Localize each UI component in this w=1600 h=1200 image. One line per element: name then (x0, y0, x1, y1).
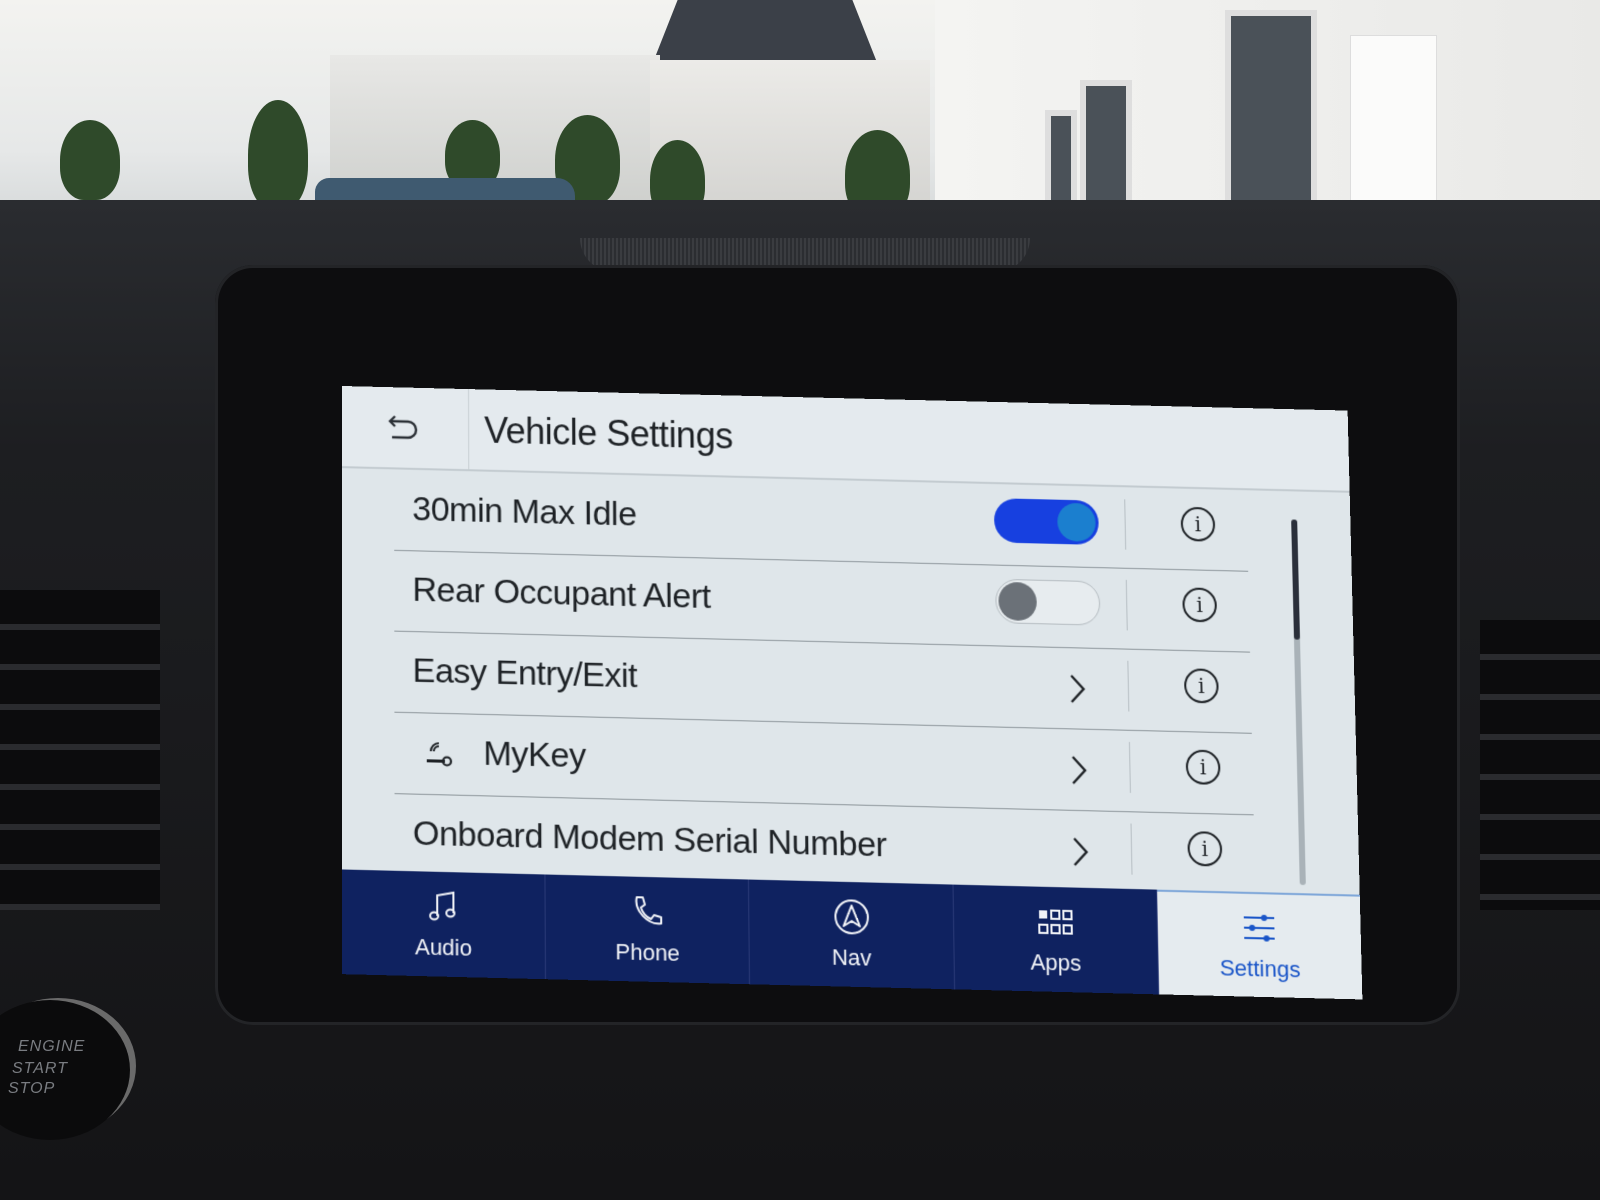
chevron-right-icon (1065, 671, 1090, 706)
header-divider (468, 389, 470, 470)
infotainment-screen: Vehicle Settings 30min Max Idle i Rear O… (342, 386, 1363, 1000)
setting-label: Rear Occupant Alert (412, 570, 711, 617)
nav-phone[interactable]: Phone (545, 874, 751, 985)
music-note-icon (424, 887, 463, 927)
nav-label: Nav (831, 944, 872, 971)
nav-apps[interactable]: Apps (953, 884, 1160, 995)
nav-label: Audio (414, 933, 473, 961)
row-divider (1130, 823, 1133, 875)
setting-label: Onboard Modem Serial Number (412, 813, 887, 865)
row-divider (1128, 741, 1131, 793)
sliders-icon (1239, 908, 1278, 948)
nav-label: Phone (615, 938, 680, 967)
key-wireless-icon (426, 737, 455, 770)
engine-label: ENGINE (18, 1038, 86, 1055)
rear-occupant-alert-toggle[interactable] (995, 578, 1101, 626)
nav-navigation[interactable]: Nav (749, 879, 955, 990)
start-label: START (12, 1060, 68, 1077)
info-icon[interactable]: i (1182, 587, 1218, 623)
tree (60, 120, 120, 200)
row-divider (1125, 579, 1128, 631)
nav-audio[interactable]: Audio (342, 869, 547, 980)
back-button[interactable] (382, 409, 422, 450)
setting-label: Easy Entry/Exit (412, 651, 638, 696)
nav-label: Apps (1030, 949, 1082, 977)
info-icon[interactable]: i (1187, 831, 1223, 867)
info-icon[interactable]: i (1180, 506, 1216, 542)
info-icon[interactable]: i (1183, 668, 1219, 704)
setting-label: 30min Max Idle (412, 489, 637, 534)
nav-settings[interactable]: Settings (1156, 889, 1363, 1000)
tree (248, 100, 308, 210)
stop-label: STOP (8, 1080, 56, 1097)
posted-sign (1350, 35, 1437, 212)
phone-icon (628, 892, 667, 932)
apps-grid-icon (1036, 902, 1075, 942)
chevron-right-icon (1068, 834, 1093, 869)
row-divider (1127, 660, 1130, 712)
toggle-knob (1057, 502, 1096, 542)
info-icon[interactable]: i (1185, 749, 1221, 785)
air-vent-right (1480, 620, 1600, 910)
page-title: Vehicle Settings (484, 409, 733, 457)
nav-label: Settings (1219, 954, 1301, 983)
max-idle-toggle[interactable] (993, 498, 1099, 545)
row-divider (1124, 499, 1127, 550)
setting-label: MyKey (483, 734, 586, 776)
chevron-right-icon (1067, 753, 1092, 788)
back-arrow-icon (388, 415, 417, 439)
navigation-arrow-icon (832, 897, 871, 937)
settings-list: 30min Max Idle i Rear Occupant Alert i E… (342, 468, 1360, 897)
air-vent-left (0, 590, 160, 910)
toggle-knob (998, 581, 1038, 622)
